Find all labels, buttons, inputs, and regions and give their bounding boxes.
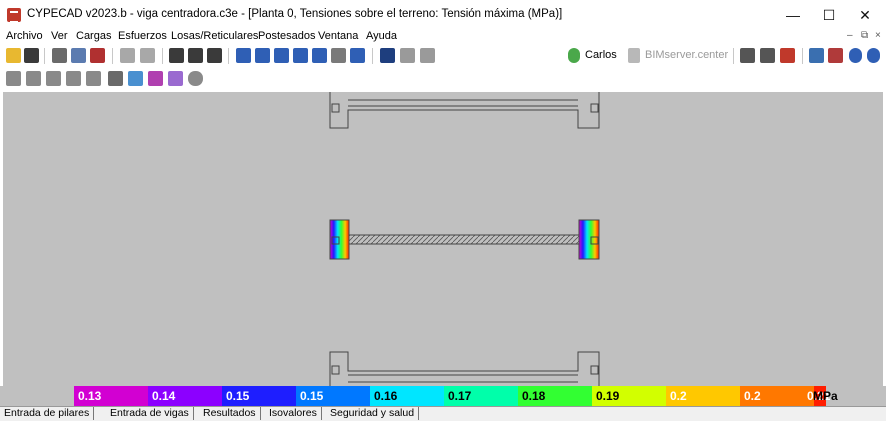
strap-beam: [348, 234, 580, 245]
zoom-out-icon[interactable]: [293, 48, 308, 63]
tab-bar: Entrada de pilares Entrada de vigas Resu…: [0, 406, 886, 421]
isovalues-icon[interactable]: [128, 71, 143, 86]
main-toolbar: Carlos BIMserver.center: [0, 45, 886, 67]
tab-isovalores[interactable]: Isovalores: [265, 407, 322, 420]
bottom-footing-outline: [329, 351, 600, 389]
menu-cargas[interactable]: Cargas: [76, 30, 111, 42]
secondary-toolbar: [0, 68, 886, 90]
menu-esfuerzos[interactable]: Esfuerzos: [118, 30, 167, 42]
legend-value: 0.2: [670, 389, 687, 403]
table-icon[interactable]: [71, 48, 86, 63]
combined-footing-icon[interactable]: [66, 71, 81, 86]
footing-icon[interactable]: [46, 71, 61, 86]
right-footing-stress-map: [578, 219, 600, 260]
exit-icon[interactable]: [828, 48, 843, 63]
toolbar-separator: [162, 48, 163, 64]
mdi-close-button[interactable]: ×: [875, 30, 881, 41]
grid-view-icon[interactable]: [52, 48, 67, 63]
info-icon[interactable]: [867, 48, 880, 63]
bimserver-label[interactable]: BIMserver.center: [645, 49, 728, 61]
zoom-in-icon[interactable]: [274, 48, 289, 63]
pan-hand-icon[interactable]: [331, 48, 346, 63]
window-title: CYPECAD v2023.b - viga centradora.c3e - …: [27, 8, 563, 20]
eye-icon[interactable]: [188, 71, 203, 86]
sync-icon[interactable]: [568, 48, 580, 63]
view-3d-icon[interactable]: [380, 48, 395, 63]
print-setup-icon[interactable]: [760, 48, 775, 63]
tab-entrada-de-pilares[interactable]: Entrada de pilares: [0, 407, 95, 420]
tab-seguridad-y-salud[interactable]: Seguridad y salud: [326, 407, 420, 420]
top-footing-outline: [329, 92, 600, 129]
strap-beam-icon[interactable]: [86, 71, 101, 86]
structure-drawing: [329, 92, 600, 389]
toolbar-separator: [228, 48, 229, 64]
menu-postesados[interactable]: Postesados: [258, 30, 315, 42]
menu-bar: Archivo Ver Cargas Esfuerzos Losas/Retic…: [0, 30, 886, 44]
toolbar-separator: [733, 48, 734, 64]
toolbar-separator: [44, 48, 45, 64]
legend-unit: MPa: [813, 389, 838, 403]
color-legend: 0.13 0.14 0.15 0.15 0.16 0.17 0.18 0.19 0.2 0.2 0.…: [0, 386, 886, 406]
magnet-icon[interactable]: [90, 48, 105, 63]
mesh-icon[interactable]: [108, 71, 123, 86]
menu-ayuda[interactable]: Ayuda: [366, 30, 397, 42]
legend-value: 0.15: [226, 389, 250, 403]
bottom-right-column: [590, 365, 599, 375]
menu-ventana[interactable]: Ventana: [318, 30, 358, 42]
toolbar-separator: [372, 48, 373, 64]
export-icon[interactable]: [780, 48, 795, 63]
dimension-icon[interactable]: [400, 48, 415, 63]
settings-icon[interactable]: [809, 48, 824, 63]
legend-value: 0.18: [522, 389, 546, 403]
zoom-previous-icon[interactable]: [350, 48, 365, 63]
help-icon[interactable]: [849, 48, 862, 63]
legend-value: 0.2: [744, 389, 761, 403]
toolbar-separator: [112, 48, 113, 64]
bimserver-icon[interactable]: [628, 48, 640, 63]
drawing-canvas[interactable]: [3, 92, 883, 389]
undo-icon[interactable]: [120, 48, 135, 63]
slab-icon[interactable]: [148, 71, 163, 86]
cypecad-app-icon: [7, 8, 21, 23]
top-right-column: [590, 103, 599, 113]
save-icon[interactable]: [24, 48, 39, 63]
foundation-icon[interactable]: [6, 71, 21, 86]
zoom-window-icon[interactable]: [255, 48, 270, 63]
toolbar-separator: [802, 48, 803, 64]
tab-resultados[interactable]: Resultados: [199, 407, 261, 420]
mdi-minimize-button[interactable]: –: [847, 30, 853, 41]
floor-select-icon[interactable]: [188, 48, 203, 63]
menu-losas-reticulares[interactable]: Losas/Reticulares: [171, 30, 258, 42]
menu-ver[interactable]: Ver: [51, 30, 68, 42]
floor-up-icon[interactable]: [169, 48, 184, 63]
top-left-column: [331, 103, 340, 113]
user-name[interactable]: Carlos: [585, 49, 617, 61]
legend-value: 0.15: [300, 389, 324, 403]
tab-entrada-de-vigas[interactable]: Entrada de vigas: [106, 407, 194, 420]
close-button[interactable]: ✕: [842, 0, 886, 30]
legend-value: 0.19: [596, 389, 620, 403]
axes-icon[interactable]: [420, 48, 435, 63]
mdi-restore-button[interactable]: ⧉: [861, 30, 868, 41]
open-folder-icon[interactable]: [6, 48, 21, 63]
menu-archivo[interactable]: Archivo: [6, 30, 43, 42]
legend-value: 0.14: [152, 389, 176, 403]
floor-down-icon[interactable]: [207, 48, 222, 63]
print-icon[interactable]: [740, 48, 755, 63]
title-bar: CYPECAD v2023.b - viga centradora.c3e - …: [0, 0, 886, 30]
pencil-icon[interactable]: [168, 71, 183, 86]
legend-value: 0.16: [374, 389, 398, 403]
legend-value: 0.17: [448, 389, 472, 403]
redo-icon[interactable]: [140, 48, 155, 63]
zoom-all-icon[interactable]: [312, 48, 327, 63]
redraw-icon[interactable]: [236, 48, 251, 63]
pile-cap-icon[interactable]: [26, 71, 41, 86]
legend-value: 0.13: [78, 389, 102, 403]
bottom-left-column: [331, 365, 340, 375]
